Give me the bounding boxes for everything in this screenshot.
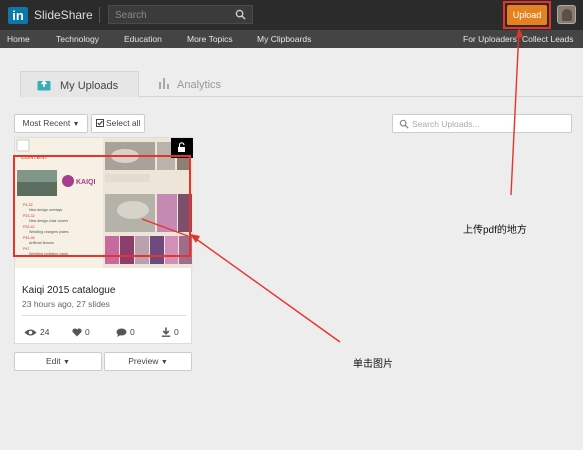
nav-for-uploaders[interactable]: For Uploaders [463, 34, 517, 44]
likes-count: 0 [85, 327, 90, 337]
slide-thumbnail[interactable]: CONTENT KAIQI P4-22 New design overlays … [15, 138, 193, 268]
bar-chart-icon [159, 78, 169, 89]
nav-bar: Home Technology Education More Topics My… [0, 30, 583, 48]
stat-downloads: 0 [161, 327, 179, 337]
preview-label: Preview [128, 356, 159, 366]
private-lock-badge[interactable] [171, 138, 193, 158]
upload-card: CONTENT KAIQI P4-22 New design overlays … [14, 137, 193, 344]
stat-likes: 0 [72, 327, 90, 337]
upload-meta: 23 hours ago, 27 slides [22, 299, 110, 309]
upload-button[interactable]: Upload [507, 5, 547, 25]
upload-pointer-line [510, 29, 520, 196]
sort-dropdown[interactable]: Most Recent ▼ [14, 114, 88, 133]
thumbnail-pointer-line [191, 235, 341, 343]
tab-my-uploads[interactable]: My Uploads [20, 71, 139, 97]
search-uploads-box [392, 114, 572, 133]
stat-comments: 0 [116, 327, 135, 337]
upload-title[interactable]: Kaiqi 2015 catalogue [22, 285, 115, 296]
comment-icon [116, 328, 127, 337]
thumb-list-text: New design overlays [29, 208, 62, 212]
edit-label: Edit [46, 356, 61, 366]
thumb-list-text: Artificial flowers [29, 241, 54, 245]
top-bar: in SlideShare Upload [0, 0, 583, 30]
nav-technology[interactable]: Technology [56, 34, 99, 44]
tab-analytics[interactable]: Analytics [155, 71, 235, 97]
preview-button[interactable]: Preview ▼ [104, 352, 192, 371]
thumb-brand: KAIQI [76, 179, 96, 186]
thumbnail-graphic: CONTENT KAIQI P4-22 New design overlays … [15, 138, 193, 268]
tab-analytics-label: Analytics [177, 79, 222, 91]
thumb-list-num: P47 [23, 247, 29, 251]
downloads-count: 0 [174, 327, 179, 337]
thumb-list-num: P23-32 [23, 214, 35, 218]
nav-education[interactable]: Education [124, 34, 162, 44]
sort-label: Most Recent [22, 118, 71, 128]
thumb-content-heading: CONTENT [21, 155, 48, 161]
chevron-down-icon: ▼ [160, 359, 168, 366]
upload-annotation: 上传pdf的地方 [463, 225, 527, 236]
brand-name[interactable]: SlideShare [34, 8, 93, 22]
search-input[interactable] [115, 9, 230, 21]
chevron-down-icon: ▼ [63, 359, 70, 366]
thumb-list-text: Wedding chargers plates [29, 230, 69, 234]
nav-home[interactable]: Home [7, 34, 30, 44]
upload-tray-icon [37, 80, 51, 91]
heart-icon [72, 327, 82, 336]
thumb-list-num: P4-22 [23, 203, 33, 207]
eye-icon [24, 329, 37, 335]
edit-button[interactable]: Edit ▼ [14, 352, 102, 371]
thumb-list-text: New design chair covers [29, 219, 68, 223]
thumb-list-num: P33-42 [23, 225, 35, 229]
search-box [108, 5, 253, 24]
search-icon[interactable] [235, 9, 246, 20]
tab-my-uploads-label: My Uploads [60, 80, 119, 92]
stat-views: 24 [24, 327, 49, 337]
avatar[interactable] [557, 5, 576, 24]
nav-more-topics[interactable]: More Topics [187, 34, 233, 44]
comments-count: 0 [130, 327, 135, 337]
checkbox-icon [95, 119, 104, 127]
thumb-list-num: P43-46 [23, 236, 35, 240]
thumb-list-text: Wedding invitation cards [29, 252, 68, 256]
click-annotation: 单击图片 [353, 359, 393, 370]
download-icon [161, 327, 171, 337]
header-divider [99, 7, 100, 23]
nav-my-clipboards[interactable]: My Clipboards [257, 34, 311, 44]
nav-collect-leads[interactable]: Collect Leads [522, 34, 574, 44]
unlock-icon [178, 142, 185, 152]
select-all-label: Select all [105, 118, 141, 128]
chevron-down-icon: ▼ [72, 121, 80, 128]
card-divider [22, 315, 186, 316]
views-count: 24 [40, 327, 50, 337]
search-icon [399, 119, 409, 129]
search-uploads-input[interactable] [412, 118, 562, 130]
linkedin-logo[interactable]: in [8, 7, 28, 24]
select-all-button[interactable]: Select all [91, 114, 145, 133]
